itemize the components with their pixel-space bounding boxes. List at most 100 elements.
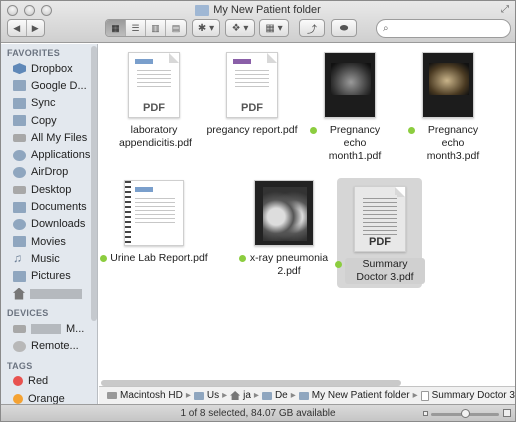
back-button[interactable]: ◀ <box>8 20 27 36</box>
green-tag-icon <box>310 127 317 134</box>
orange-tag-icon <box>13 393 23 404</box>
path-item[interactable]: Summary Doctor 3.pdf <box>420 390 515 401</box>
file-item[interactable]: x-ray pneumonia 2.pdf <box>229 180 339 278</box>
airdrop-icon <box>13 166 26 178</box>
window-title: My New Patient folder <box>1 4 515 16</box>
sidebar-item-movies[interactable]: Movies <box>1 233 97 250</box>
file-item-selected[interactable]: PDF Summary Doctor 3.pdf <box>325 186 435 284</box>
sidebar-item-label: M... <box>66 322 85 335</box>
home-icon <box>13 287 25 300</box>
sidebar-item-label: All My Files <box>31 131 88 144</box>
path-item[interactable]: Us <box>193 390 219 401</box>
file-item[interactable]: Urine Lab Report.pdf <box>99 180 209 265</box>
sidebar-item-downloads[interactable]: Downloads <box>1 216 97 233</box>
sidebar-item-google-drive[interactable]: Google D... <box>1 77 97 94</box>
coverflow-view-button[interactable]: ▤ <box>166 20 186 36</box>
icon-size-slider-knob[interactable] <box>461 409 470 418</box>
sidebar-item-sync[interactable]: Sync <box>1 95 97 112</box>
music-icon: ♫ <box>13 251 22 266</box>
sidebar-item-documents[interactable]: Documents <box>1 198 97 215</box>
sidebar-item-label: Google D... <box>31 79 87 92</box>
path-separator-icon: ▸ <box>253 390 259 401</box>
forward-button[interactable]: ▶ <box>27 20 45 36</box>
pdf-label: PDF <box>369 236 391 248</box>
remote-disc-icon <box>13 340 26 352</box>
sidebar-item-applications[interactable]: Applications <box>1 146 97 163</box>
sidebar-item-label: Copy <box>31 114 57 127</box>
sidebar-item-remote-disc[interactable]: Remote... <box>1 337 97 354</box>
laptop-icon <box>13 324 26 333</box>
desktop-icon <box>13 185 26 194</box>
column-view-button[interactable]: ▥ <box>146 20 166 36</box>
folder-icon <box>193 391 204 400</box>
path-separator-icon: ▸ <box>222 390 228 401</box>
search-input[interactable] <box>392 23 503 34</box>
search-field[interactable]: ⌕ <box>376 19 511 38</box>
path-item[interactable]: Macintosh HD <box>107 390 183 401</box>
tag-button[interactable]: ⬬ <box>331 19 357 37</box>
sidebar-item-label: Remote... <box>31 340 79 353</box>
sidebar-item-label: Documents <box>31 201 87 214</box>
pdf-thumbnail <box>124 180 184 246</box>
path-separator-icon: ▸ <box>290 390 296 401</box>
sidebar-item-laptop[interactable]: M... <box>1 320 97 337</box>
sidebar-item-home[interactable] <box>1 285 97 302</box>
folder-icon <box>261 391 272 400</box>
redacted-label <box>31 323 61 334</box>
pdf-label: PDF <box>241 102 263 114</box>
dropbox-menu-button[interactable]: ❖ ▾ <box>225 19 255 37</box>
file-name: pregancy report.pdf <box>206 124 298 136</box>
sidebar-item-desktop[interactable]: Desktop <box>1 181 97 198</box>
path-item[interactable]: ja <box>230 390 251 401</box>
folder-icon <box>13 97 26 109</box>
green-tag-icon <box>408 127 415 134</box>
list-view-button[interactable]: ☰ <box>126 20 146 36</box>
sidebar-item-label: Applications <box>31 149 91 162</box>
movies-icon <box>13 236 26 248</box>
file-name: Urine Lab Report.pdf <box>99 252 209 265</box>
sidebar-item-label: Music <box>31 252 60 265</box>
sidebar-scrollbar[interactable] <box>91 46 97 321</box>
sidebar-item-label: Orange <box>28 392 65 404</box>
green-tag-icon <box>335 261 342 268</box>
file-grid: PDF laboratory appendicitis.pdf PDF preg… <box>99 44 515 386</box>
sidebar-item-label: Dropbox <box>31 62 73 75</box>
sidebar-item-airdrop[interactable]: AirDrop <box>1 164 97 181</box>
file-name: laboratory appendicitis.pdf <box>119 124 192 149</box>
sidebar-item-tag-orange[interactable]: Orange <box>1 390 97 404</box>
sidebar-item-pictures[interactable]: Pictures <box>1 268 97 285</box>
red-tag-icon <box>13 376 23 387</box>
file-item[interactable]: PDF laboratory appendicitis.pdf <box>99 52 209 150</box>
file-name: Summary Doctor 3.pdf <box>325 258 435 284</box>
share-button[interactable]: ⤴ <box>299 19 325 37</box>
file-name: Pregnancy echo month3.pdf <box>393 124 503 163</box>
all-files-icon <box>13 133 26 142</box>
favorites-heading: FAVORITES <box>7 48 61 58</box>
xray-thumbnail <box>254 180 314 246</box>
green-tag-icon <box>239 255 246 262</box>
sidebar-item-music[interactable]: ♫ Music <box>1 250 97 267</box>
sidebar-item-copy[interactable]: Copy <box>1 112 97 129</box>
sidebar-item-dropbox[interactable]: Dropbox <box>1 60 97 77</box>
pdf-thumbnail: PDF <box>128 52 180 118</box>
path-item[interactable]: De <box>261 390 288 401</box>
applications-icon <box>13 149 26 161</box>
small-icon-size-icon <box>423 411 428 416</box>
path-separator-icon: ▸ <box>185 390 191 401</box>
sidebar-item-all-my-files[interactable]: All My Files <box>1 129 97 146</box>
echo-thumbnail <box>422 52 474 118</box>
pictures-icon <box>13 270 26 282</box>
icon-view-button[interactable]: ▦ <box>106 20 126 36</box>
green-tag-icon <box>100 255 108 262</box>
path-item[interactable]: My New Patient folder <box>298 390 410 401</box>
large-icon-size-icon <box>503 409 511 417</box>
file-item[interactable]: Pregnancy echo month1.pdf <box>295 52 405 163</box>
toolbar: ◀ ▶ ▦ ☰ ▥ ▤ ✱ ▾ ❖ ▾ ▦ ▾ ⤴ ⬬ ⌕ <box>1 19 515 41</box>
file-item[interactable]: Pregnancy echo month3.pdf <box>393 52 503 163</box>
fullscreen-icon[interactable]: ⤢ <box>501 4 509 15</box>
sidebar-item-tag-red[interactable]: Red <box>1 373 97 390</box>
pdf-thumbnail: PDF <box>354 186 406 252</box>
file-item[interactable]: PDF pregancy report.pdf <box>197 52 307 137</box>
action-menu-button[interactable]: ✱ ▾ <box>192 19 220 37</box>
arrange-menu-button[interactable]: ▦ ▾ <box>259 19 289 37</box>
